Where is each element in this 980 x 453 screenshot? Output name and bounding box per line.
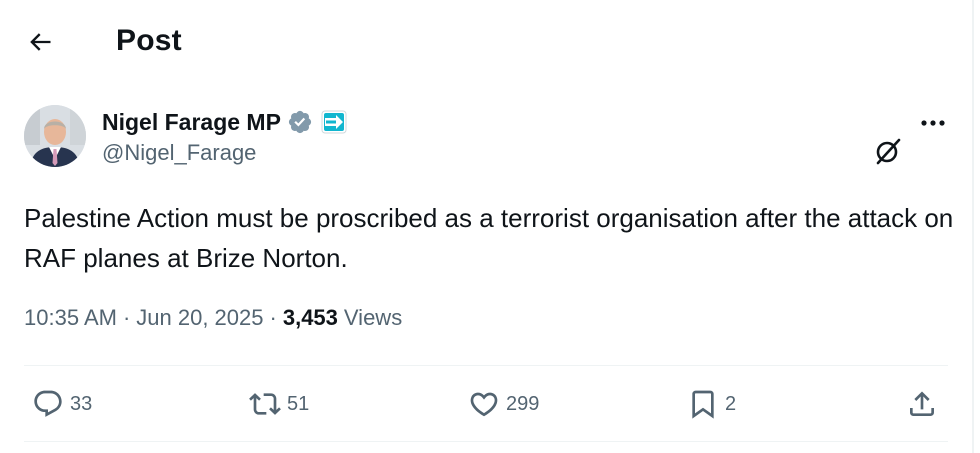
bookmark-button[interactable]: 2 bbox=[687, 384, 736, 424]
verified-badge-icon[interactable] bbox=[287, 109, 313, 135]
arrow-left-icon bbox=[30, 33, 51, 51]
share-icon bbox=[910, 391, 934, 416]
views-label: Views bbox=[343, 305, 403, 330]
author-name-line: Nigel Farage MP bbox=[102, 106, 347, 138]
meta-separator: · bbox=[269, 305, 277, 330]
meta-separator: · bbox=[122, 305, 131, 330]
heart-icon bbox=[470, 392, 498, 417]
divider bbox=[24, 441, 948, 442]
more-dots-icon bbox=[921, 120, 945, 126]
post-text: Palestine Action must be proscribed as a… bbox=[24, 203, 954, 273]
reform-uk-badge-icon[interactable] bbox=[321, 110, 347, 134]
reply-icon bbox=[34, 390, 62, 417]
author-handle[interactable]: @Nigel_Farage bbox=[102, 140, 256, 166]
repost-button[interactable]: 51 bbox=[249, 384, 309, 424]
like-button[interactable]: 299 bbox=[468, 384, 539, 424]
like-count: 299 bbox=[506, 392, 540, 415]
grok-button[interactable] bbox=[871, 134, 905, 168]
header: Post bbox=[0, 0, 972, 84]
bookmark-count: 2 bbox=[725, 392, 737, 415]
profile-avatar bbox=[24, 105, 86, 167]
views-count: 3,453 bbox=[282, 305, 338, 330]
bookmark-icon bbox=[692, 390, 714, 419]
page-title: Post bbox=[116, 24, 182, 57]
grok-icon bbox=[876, 138, 901, 165]
author-display-name[interactable]: Nigel Farage MP bbox=[102, 109, 281, 136]
post-date[interactable]: Jun 20, 2025 bbox=[136, 305, 263, 331]
repost-count: 51 bbox=[287, 392, 310, 415]
share-button[interactable] bbox=[906, 384, 938, 424]
avatar[interactable] bbox=[24, 105, 86, 167]
divider bbox=[24, 365, 948, 366]
post-metadata: 10:35 AM · Jun 20, 2025 · 3,453 Views bbox=[24, 305, 402, 331]
reply-button[interactable]: 33 bbox=[32, 384, 92, 424]
more-options-button[interactable] bbox=[915, 108, 951, 138]
reply-count: 33 bbox=[70, 392, 93, 415]
repost-icon bbox=[249, 393, 281, 415]
page-border bbox=[972, 0, 974, 453]
back-button[interactable] bbox=[22, 24, 58, 60]
post-time[interactable]: 10:35 AM bbox=[24, 305, 117, 331]
